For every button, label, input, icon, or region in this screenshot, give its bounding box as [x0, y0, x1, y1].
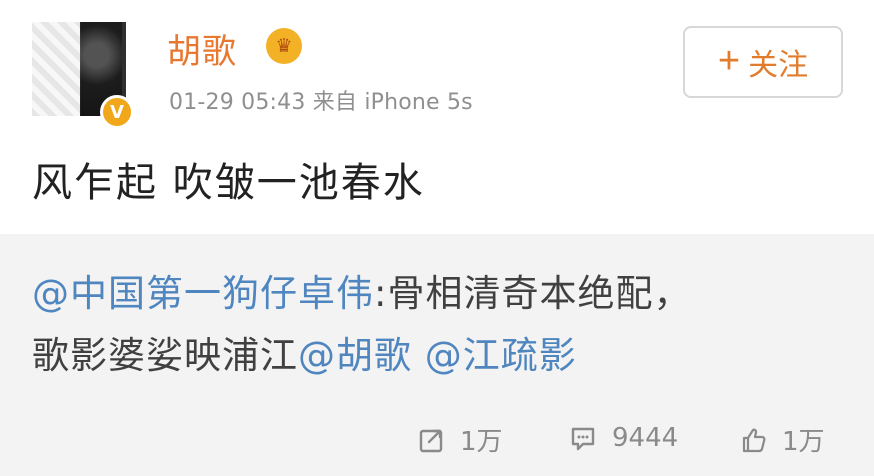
- repost-count: 1万: [460, 427, 503, 457]
- comment-count: 9444: [612, 423, 679, 453]
- repost-line-2-text: 歌影婆娑映浦江: [32, 334, 298, 377]
- mention-jiang-shuying[interactable]: @江疏影: [425, 334, 577, 377]
- repost-line-1-text: :骨相清奇本绝配，: [374, 272, 692, 315]
- repost-action[interactable]: 1万: [414, 421, 503, 458]
- like-action[interactable]: 1万: [736, 421, 825, 458]
- post-source: 来自 iPhone 5s: [312, 90, 473, 115]
- post-content: 风乍起 吹皱一池春水: [32, 160, 425, 206]
- thumbs-up-icon: [736, 423, 770, 457]
- comment-icon: [566, 421, 600, 455]
- comment-action[interactable]: 9444: [566, 421, 678, 455]
- post-meta: 01-29 05:43 来自 iPhone 5s: [169, 84, 473, 116]
- repost-icon: [414, 423, 448, 457]
- weibo-post-card: V 胡歌 ♛ 01-29 05:43 来自 iPhone 5s + 关注 风乍起…: [0, 0, 874, 476]
- repost-line-2: 歌影婆娑映浦江@胡歌 @江疏影: [32, 325, 577, 379]
- repost-block[interactable]: @中国第一狗仔卓伟:骨相清奇本绝配， 歌影婆娑映浦江@胡歌 @江疏影 1万 94…: [0, 234, 874, 476]
- like-count: 1万: [782, 427, 825, 457]
- follow-button[interactable]: + 关注: [683, 26, 843, 98]
- username[interactable]: 胡歌: [167, 24, 237, 73]
- follow-label: 关注: [748, 49, 809, 82]
- mention-hu-ge[interactable]: @胡歌: [298, 334, 412, 377]
- mention-zhuowei[interactable]: @中国第一狗仔卓伟: [32, 272, 374, 315]
- verified-badge-icon: V: [100, 95, 134, 129]
- post-time: 01-29 05:43: [169, 90, 306, 115]
- repost-line-1: @中国第一狗仔卓伟:骨相清奇本绝配，: [32, 263, 691, 317]
- crown-icon: ♛: [266, 28, 302, 64]
- plus-icon: +: [717, 40, 741, 82]
